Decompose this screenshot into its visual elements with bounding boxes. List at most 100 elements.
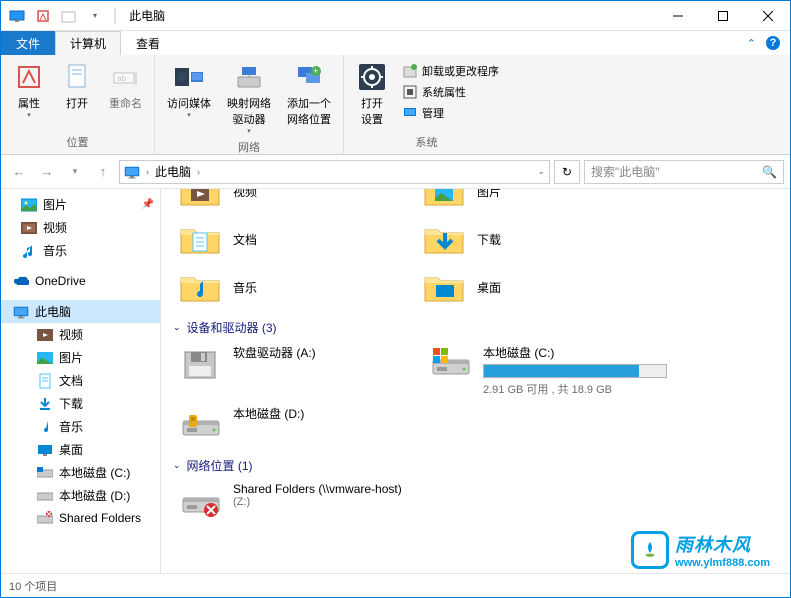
chevron-down-icon: ⌄ <box>173 460 181 471</box>
desktop-icon <box>37 442 53 458</box>
navigation-bar: ← → ▾ ↑ › 此电脑 › ⌄ ↻ 搜索"此电脑" 🔍 <box>1 155 790 189</box>
tree-pc-videos[interactable]: 视频 <box>1 323 160 346</box>
media-icon <box>173 61 205 93</box>
open-settings-button[interactable]: 打开 设置 <box>350 59 394 129</box>
qat-properties-icon[interactable] <box>31 5 55 27</box>
folder-icon <box>423 189 467 211</box>
thispc-icon <box>13 304 29 320</box>
search-box[interactable]: 搜索"此电脑" 🔍 <box>584 160 784 184</box>
address-dropdown-icon[interactable]: ⌄ <box>537 166 545 177</box>
tree-drive-d[interactable]: 本地磁盘 (D:) <box>1 484 160 507</box>
content-pane[interactable]: 视频 图片 文档 下载 音乐 桌面 <box>161 189 790 573</box>
tree-videos[interactable]: 视频 <box>1 216 160 239</box>
ribbon-group-label: 系统 <box>350 132 503 152</box>
documents-icon <box>37 373 53 389</box>
uninstall-icon <box>402 63 418 79</box>
uninstall-button[interactable]: 卸载或更改程序 <box>398 61 503 81</box>
help-icon[interactable]: ? <box>766 36 780 50</box>
manage-button[interactable]: 管理 <box>398 103 503 123</box>
breadcrumb-root[interactable]: 此电脑 <box>155 163 191 180</box>
manage-icon <box>402 105 418 121</box>
window-title: 此电脑 <box>129 7 165 24</box>
title-bar: ▾ | 此电脑 <box>1 1 790 31</box>
videos-icon <box>21 220 37 236</box>
folder-icon <box>423 267 467 307</box>
folder-downloads[interactable]: 下载 <box>417 215 661 263</box>
qat-dropdown-icon[interactable]: ▾ <box>83 5 107 27</box>
drive-a[interactable]: 软盘驱动器 (A:) <box>173 340 423 401</box>
tree-pc-desktop[interactable]: 桌面 <box>1 438 160 461</box>
open-button[interactable]: 打开 <box>55 59 99 113</box>
svg-text:ab: ab <box>117 74 126 83</box>
drive-icon <box>37 465 53 481</box>
pictures-icon <box>21 197 37 213</box>
tree-pc-pictures[interactable]: 图片 <box>1 346 160 369</box>
tree-pc-music[interactable]: 音乐 <box>1 415 160 438</box>
folder-icon <box>179 189 223 211</box>
map-drive-button[interactable]: 映射网络 驱动器 ▾ <box>221 59 277 137</box>
network-drive-icon <box>37 510 53 526</box>
nav-recent-dropdown[interactable]: ▾ <box>63 160 87 184</box>
folder-desktop[interactable]: 桌面 <box>417 263 661 311</box>
open-icon <box>61 61 93 93</box>
tree-pictures[interactable]: 图片📌 <box>1 193 160 216</box>
tree-this-pc[interactable]: 此电脑 <box>1 300 160 323</box>
thispc-icon <box>124 165 140 179</box>
rename-button[interactable]: ab 重命名 <box>103 59 148 113</box>
nav-up-button[interactable]: ↑ <box>91 160 115 184</box>
tree-music[interactable]: 音乐 <box>1 239 160 262</box>
rename-icon: ab <box>110 61 142 93</box>
tree-onedrive[interactable]: OneDrive <box>1 270 160 292</box>
tree-pc-documents[interactable]: 文档 <box>1 369 160 392</box>
chevron-down-icon: ⌄ <box>173 322 181 333</box>
refresh-button[interactable]: ↻ <box>554 160 580 184</box>
maximize-button[interactable] <box>700 1 745 30</box>
minimize-button[interactable] <box>655 1 700 30</box>
folder-icon <box>179 267 223 307</box>
music-icon <box>21 243 37 259</box>
properties-icon <box>13 61 45 93</box>
svg-text:+: + <box>313 66 318 76</box>
section-devices-header[interactable]: ⌄ 设备和驱动器 (3) <box>173 311 778 340</box>
settings-icon <box>356 61 388 93</box>
item-count: 10 个项目 <box>9 578 57 594</box>
music-icon <box>37 419 53 435</box>
tab-view[interactable]: 查看 <box>121 31 175 55</box>
navigation-tree[interactable]: 图片📌 视频 音乐 OneDrive 此电脑 视频 图片 文档 下载 音乐 桌面… <box>1 189 161 573</box>
ribbon-group-network: 访问媒体 ▾ 映射网络 驱动器 ▾ + 添加一个 网络位置 网络 <box>155 55 344 154</box>
floppy-icon <box>179 344 223 384</box>
ribbon-group-label: 位置 <box>7 132 148 152</box>
properties-button[interactable]: 属性 ▾ <box>7 59 51 121</box>
drive-icon <box>179 405 223 445</box>
access-media-button[interactable]: 访问媒体 ▾ <box>161 59 217 121</box>
drive-c[interactable]: 本地磁盘 (C:) 2.91 GB 可用 , 共 18.9 GB <box>423 340 673 401</box>
folder-music[interactable]: 音乐 <box>173 263 417 311</box>
folder-icon <box>423 219 467 259</box>
ribbon-collapse-icon[interactable]: ⌃ <box>747 37 756 50</box>
system-properties-button[interactable]: 系统属性 <box>398 82 503 102</box>
nav-forward-button[interactable]: → <box>35 160 59 184</box>
tree-shared-folders[interactable]: Shared Folders <box>1 507 160 529</box>
tab-computer[interactable]: 计算机 <box>55 31 121 55</box>
tree-pc-downloads[interactable]: 下载 <box>1 392 160 415</box>
qat-new-folder-icon[interactable] <box>57 5 81 27</box>
drive-shared-folders[interactable]: Shared Folders (\\vmware-host) (Z:) <box>173 478 423 526</box>
qat-app-icon[interactable] <box>5 5 29 27</box>
drive-icon <box>429 344 473 384</box>
drive-d[interactable]: 本地磁盘 (D:) <box>173 401 423 449</box>
tree-drive-c[interactable]: 本地磁盘 (C:) <box>1 461 160 484</box>
status-bar: 10 个项目 <box>1 573 790 597</box>
address-bar[interactable]: › 此电脑 › ⌄ <box>119 160 550 184</box>
folder-videos[interactable]: 视频 <box>173 189 417 215</box>
folder-documents[interactable]: 文档 <box>173 215 417 263</box>
watermark-logo-icon <box>631 531 669 569</box>
sysprops-icon <box>402 84 418 100</box>
nav-back-button[interactable]: ← <box>7 160 31 184</box>
downloads-icon <box>37 396 53 412</box>
add-network-location-button[interactable]: + 添加一个 网络位置 <box>281 59 337 129</box>
folder-pictures[interactable]: 图片 <box>417 189 661 215</box>
tab-file[interactable]: 文件 <box>1 31 55 55</box>
section-network-header[interactable]: ⌄ 网络位置 (1) <box>173 449 778 478</box>
close-button[interactable] <box>745 1 790 30</box>
add-location-icon: + <box>293 61 325 93</box>
